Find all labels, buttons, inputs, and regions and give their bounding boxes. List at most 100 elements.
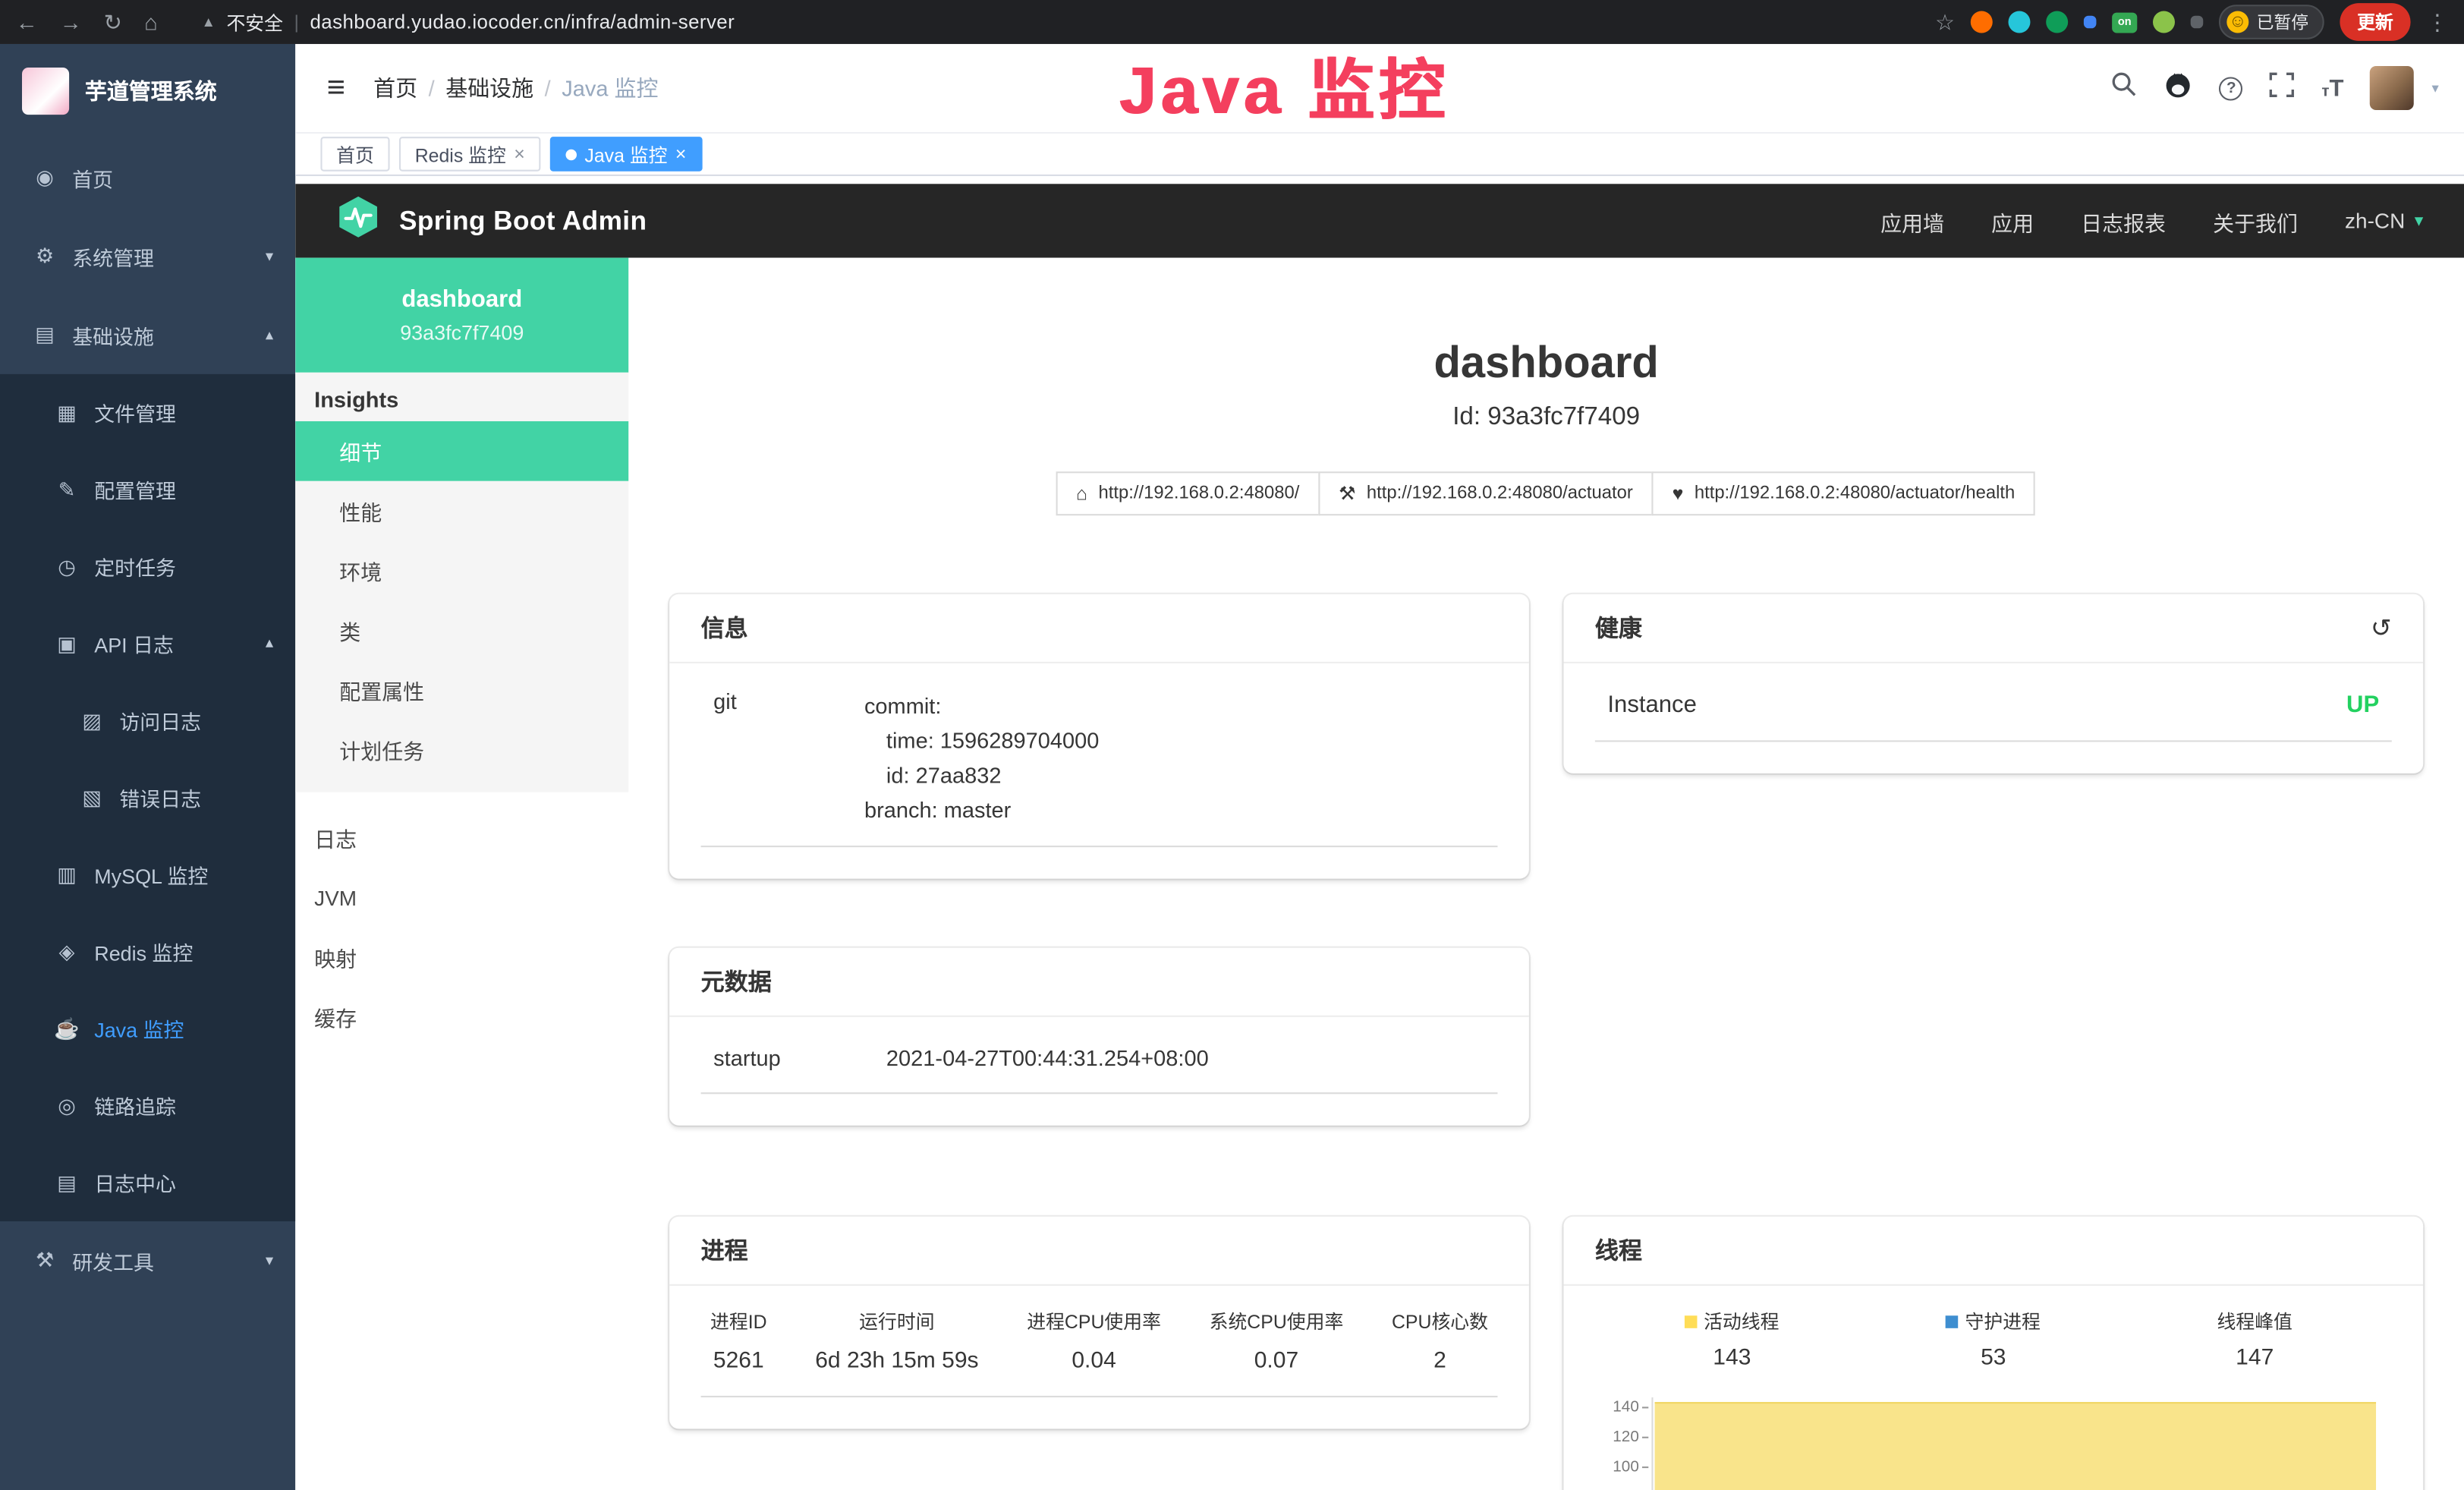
sidebar-item-file-management[interactable]: ▦ 文件管理 [0, 374, 295, 451]
metadata-value: 2021-04-27T00:44:31.254+08:00 [886, 1045, 1209, 1070]
sba-menu-classes[interactable]: 类 [295, 600, 628, 660]
profile-paused-chip[interactable]: ☺ 已暂停 [2219, 5, 2324, 39]
sidebar-item-access-logs[interactable]: ▨ 访问日志 [0, 682, 295, 759]
menu-label: 配置属性 [339, 674, 424, 705]
sba-menu-metrics[interactable]: 性能 [295, 481, 628, 541]
sba-nav-applications[interactable]: 应用 [1991, 205, 2034, 236]
sidebar-item-label: 链路追踪 [94, 1091, 176, 1120]
sidebar-item-tracing[interactable]: ◎ 链路追踪 [0, 1067, 295, 1144]
app-title: 芋道管理系统 [85, 75, 217, 106]
browser-menu-icon[interactable]: ⋮ [2426, 11, 2448, 33]
home-icon[interactable]: ⌂ [144, 11, 158, 33]
sba-nav-about[interactable]: 关于我们 [2213, 205, 2298, 236]
sba-menu-logs[interactable]: 日志 [295, 808, 628, 868]
bookmark-star-icon[interactable]: ☆ [1935, 11, 1955, 33]
tab-home[interactable]: 首页 [320, 137, 389, 172]
update-button[interactable]: 更新 [2340, 3, 2410, 41]
sidebar-item-scheduled-jobs[interactable]: ◷ 定时任务 [0, 528, 295, 605]
extension-icon-blue-grid[interactable] [2084, 16, 2097, 29]
legend-label: 活动线程 [1704, 1308, 1779, 1334]
sidebar-item-error-logs[interactable]: ▧ 错误日志 [0, 759, 295, 836]
sba-menu-mappings[interactable]: 映射 [295, 928, 628, 988]
reload-icon[interactable]: ↻ [104, 11, 122, 33]
screen: ← → ↻ ⌂ ▲ 不安全 | dashboard.yudao.iocoder.… [0, 0, 2464, 1490]
sidebar-item-label: MySQL 监控 [94, 860, 208, 890]
history-icon[interactable]: ↺ [2371, 613, 2392, 644]
extension-on-badge[interactable]: on [2112, 12, 2137, 33]
menu-label: 性能 [339, 495, 382, 526]
sidebar-item-api-logs[interactable]: ▣ API 日志 ▴ [0, 605, 295, 682]
sba-language-select[interactable]: zh-CN ▾ [2345, 209, 2423, 232]
sidebar-item-system-management[interactable]: ⚙ 系统管理 ▾ [0, 217, 295, 296]
sba-menu-environment[interactable]: 环境 [295, 540, 628, 600]
tab-label: Redis 监控 [415, 140, 506, 167]
sidebar-fold-icon[interactable]: ≡ [327, 70, 345, 106]
help-icon[interactable]: ? [2220, 76, 2243, 99]
close-icon[interactable]: × [514, 145, 525, 164]
sidebar-item-redis-monitor[interactable]: ◈ Redis 监控 [0, 913, 295, 990]
threads-chart-yaxis: 140 120 100 [1601, 1397, 1651, 1490]
sba-menu-caches[interactable]: 缓存 [295, 987, 628, 1047]
search-icon[interactable] [2111, 71, 2138, 106]
stat-label: 系统CPU使用率 [1210, 1308, 1344, 1334]
threads-card: 线程 活动线程 143 守护进程 [1563, 1217, 2423, 1490]
sba-menu-config-props[interactable]: 配置属性 [295, 660, 628, 720]
github-icon[interactable] [2164, 70, 2192, 106]
sidebar-item-label: Java 监控 [94, 1014, 184, 1044]
git-info-row: git commit: time: 1596289704000 id: 27aa… [701, 685, 1498, 847]
actuator-url-link[interactable]: ⚒ http://192.168.0.2:48080/actuator [1318, 471, 1654, 515]
extension-icon-teal[interactable] [2008, 11, 2030, 33]
health-row-label: Instance [1607, 691, 1696, 718]
sidebar-item-infrastructure[interactable]: ▤ 基础设施 ▴ [0, 295, 295, 374]
sba-nav-journal[interactable]: 日志报表 [2081, 205, 2166, 236]
address-bar[interactable]: ▲ 不安全 | dashboard.yudao.iocoder.cn/infra… [201, 8, 735, 35]
card-title: 线程 [1595, 1234, 1642, 1267]
sba-menu-details[interactable]: 细节 [295, 421, 628, 481]
sidebar-item-java-monitor[interactable]: ☕ Java 监控 [0, 991, 295, 1067]
stat-value: 0.07 [1210, 1349, 1344, 1374]
chevron-up-icon: ▴ [266, 326, 273, 344]
sba-nav-wallboard[interactable]: 应用墙 [1880, 205, 1944, 236]
git-commit-line: commit: [864, 688, 1485, 723]
extension-icon-orange[interactable] [1971, 11, 1993, 33]
database-icon: ▥ [53, 862, 80, 887]
health-url-link[interactable]: ♥ http://192.168.0.2:48080/actuator/heal… [1652, 471, 2035, 515]
sidebar-item-label: Redis 监控 [94, 937, 193, 966]
menu-label: 环境 [339, 555, 382, 586]
sidebar-item-mysql-monitor[interactable]: ▥ MySQL 监控 [0, 836, 295, 913]
info-card: 信息 git commit: time: 1596289704000 id: 2… [669, 594, 1529, 879]
breadcrumb-current: Java 监控 [562, 72, 658, 103]
sba-header: Spring Boot Admin 应用墙 应用 日志报表 关于我们 zh-CN… [295, 184, 2464, 257]
info-key: git [713, 688, 864, 827]
menu-label: 类 [339, 615, 360, 646]
sba-menu-jvm[interactable]: JVM [295, 868, 628, 928]
sidebar-item-label: 访问日志 [119, 706, 201, 736]
extensions-puzzle-icon[interactable] [2191, 16, 2204, 29]
sidebar-item-label: 系统管理 [72, 241, 154, 271]
sidebar-item-log-center[interactable]: ▤ 日志中心 [0, 1145, 295, 1221]
sidebar-item-home[interactable]: ◉ 首页 [0, 138, 295, 217]
sidebar-item-config-management[interactable]: ✎ 配置管理 [0, 451, 295, 528]
menu-label: 细节 [339, 436, 382, 467]
sba-menu-scheduled-tasks[interactable]: 计划任务 [295, 720, 628, 780]
forward-icon[interactable]: → [60, 11, 82, 33]
cards-grid: 信息 git commit: time: 1596289704000 id: 2… [669, 594, 2423, 1490]
process-card-body: 进程ID 5261 运行时间 6d 23h 15m 59s 进程CPU使用率 [669, 1286, 1529, 1429]
breadcrumb-infrastructure[interactable]: 基础设施 [445, 72, 533, 103]
stat-label: 进程ID [710, 1308, 767, 1334]
health-instance-row[interactable]: Instance UP [1595, 685, 2392, 742]
fullscreen-icon[interactable] [2270, 71, 2295, 104]
service-url-link[interactable]: ⌂ http://192.168.0.2:48080/ [1056, 471, 1320, 515]
tab-java-monitor[interactable]: Java 监控 × [550, 137, 702, 172]
font-size-icon[interactable]: тT [2321, 74, 2343, 101]
infrastructure-icon: ▤ [31, 323, 58, 348]
close-icon[interactable]: × [675, 145, 687, 164]
back-icon[interactable]: ← [16, 11, 38, 33]
extension-icon-leaf[interactable] [2153, 11, 2175, 33]
extension-icon-green[interactable] [2046, 11, 2068, 33]
sidebar-item-dev-tools[interactable]: ⚒ 研发工具 ▾ [0, 1221, 295, 1300]
avatar[interactable] [2371, 66, 2415, 110]
breadcrumb-home[interactable]: 首页 [373, 72, 417, 103]
tab-redis-monitor[interactable]: Redis 监控 × [399, 137, 540, 172]
card-title: 元数据 [701, 965, 772, 997]
